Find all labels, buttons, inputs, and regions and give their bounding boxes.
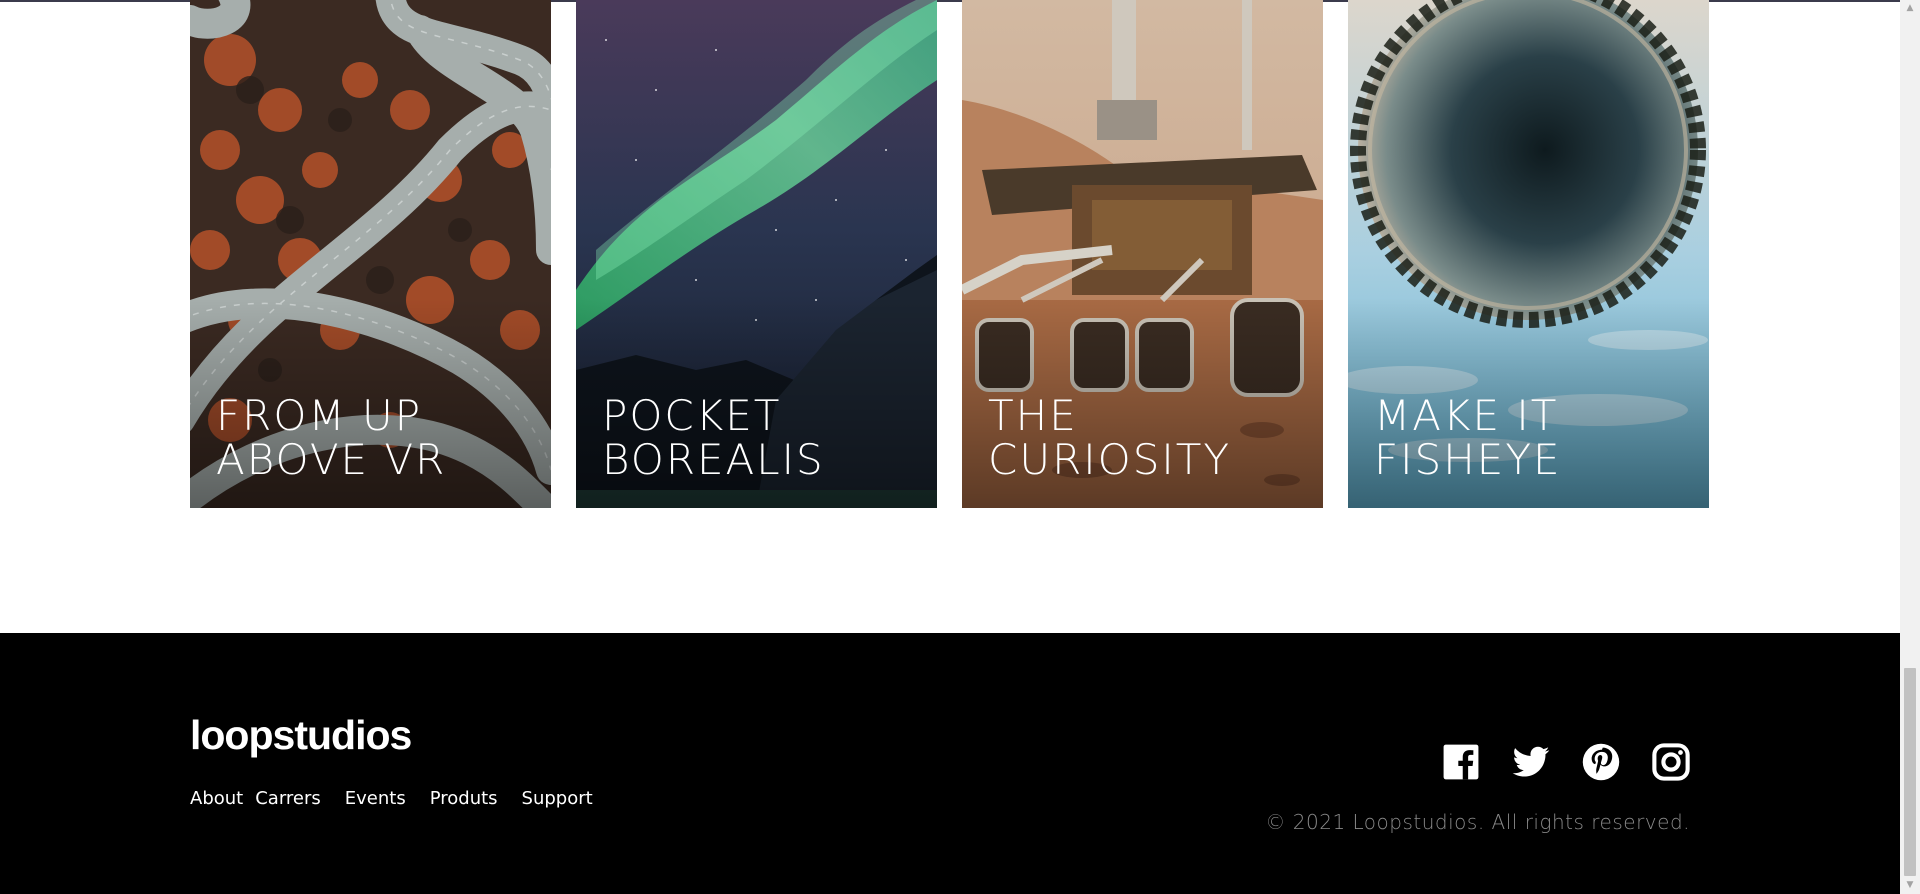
scroll-thumb[interactable] [1904,668,1916,876]
footer-nav: About Carrers Events Produts Support [190,787,617,811]
scroll-up-arrow-icon[interactable]: ▲ [1900,0,1920,17]
facebook-icon[interactable] [1442,743,1480,781]
scroll-down-arrow-icon[interactable]: ▼ [1900,877,1920,894]
footer-link-events[interactable]: Events [345,787,406,811]
creation-card-the-curiosity[interactable]: THE CURIOSITY [962,0,1323,508]
creations-grid: FROM UP ABOVE VR POCKET BOREALIS THE CUR… [190,0,1710,508]
instagram-icon[interactable] [1652,743,1690,781]
social-links [1442,743,1690,781]
footer-link-carrers[interactable]: Carrers [255,787,321,811]
creation-title: FROM UP ABOVE VR [216,391,447,484]
twitter-icon[interactable] [1512,743,1550,781]
vertical-scrollbar[interactable]: ▲ ▼ [1900,0,1920,894]
copyright-text: © 2021 Loopstudios. All rights reserved. [1265,810,1690,834]
creation-title: THE CURIOSITY [988,391,1232,484]
creation-title: POCKET BOREALIS [602,391,825,484]
footer: loopstudios About Carrers Events Produts… [0,633,1900,894]
creation-card-make-it-fisheye[interactable]: MAKE IT FISHEYE [1348,0,1709,508]
footer-link-produts[interactable]: Produts [430,787,498,811]
page: FROM UP ABOVE VR POCKET BOREALIS THE CUR… [0,0,1920,894]
footer-link-about[interactable]: About [190,787,243,811]
creation-card-from-up-above-vr[interactable]: FROM UP ABOVE VR [190,0,551,508]
footer-logo[interactable]: loopstudios [190,713,412,757]
footer-link-support[interactable]: Support [522,787,593,811]
creation-title: MAKE IT FISHEYE [1374,391,1562,484]
creation-card-pocket-borealis[interactable]: POCKET BOREALIS [576,0,937,508]
pinterest-icon[interactable] [1582,743,1620,781]
